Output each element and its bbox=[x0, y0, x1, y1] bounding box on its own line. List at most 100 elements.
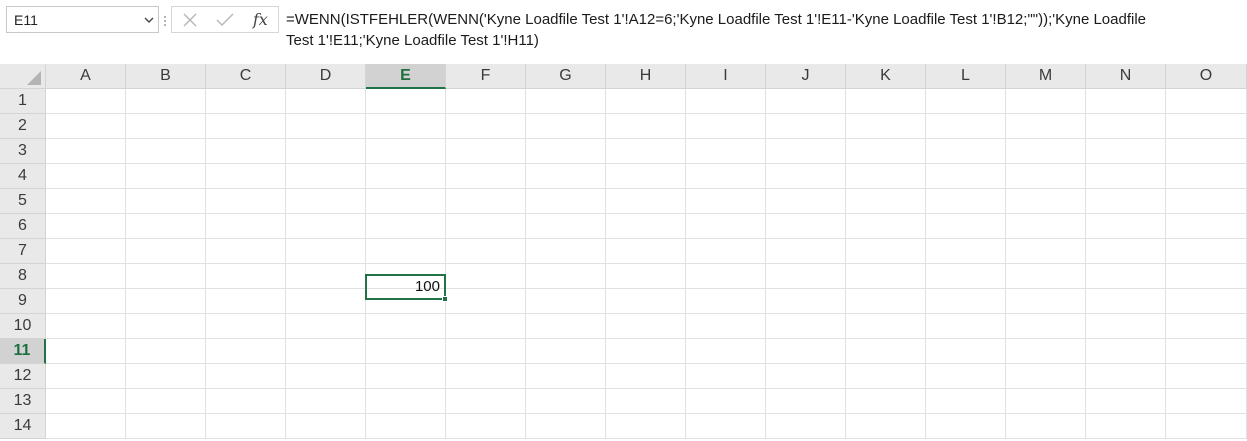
cell-o12[interactable] bbox=[1166, 364, 1247, 389]
cell-d11[interactable] bbox=[286, 339, 366, 364]
cell-c9[interactable] bbox=[206, 289, 286, 314]
cell-g12[interactable] bbox=[526, 364, 606, 389]
cell-i10[interactable] bbox=[686, 314, 766, 339]
row-header-11[interactable]: 11 bbox=[0, 339, 46, 364]
cell-h10[interactable] bbox=[606, 314, 686, 339]
cell-b11[interactable] bbox=[126, 339, 206, 364]
cell-e5[interactable] bbox=[366, 189, 446, 214]
cell-h4[interactable] bbox=[606, 164, 686, 189]
cell-g11[interactable] bbox=[526, 339, 606, 364]
select-all-button[interactable] bbox=[0, 64, 46, 89]
row-header-7[interactable]: 7 bbox=[0, 239, 46, 264]
cell-b3[interactable] bbox=[126, 139, 206, 164]
cell-o14[interactable] bbox=[1166, 414, 1247, 439]
cell-f9[interactable] bbox=[446, 289, 526, 314]
cell-f11[interactable] bbox=[446, 339, 526, 364]
cell-f6[interactable] bbox=[446, 214, 526, 239]
cell-k1[interactable] bbox=[846, 89, 926, 114]
cell-c13[interactable] bbox=[206, 389, 286, 414]
cell-e6[interactable] bbox=[366, 214, 446, 239]
cell-o7[interactable] bbox=[1166, 239, 1247, 264]
row-header-2[interactable]: 2 bbox=[0, 114, 46, 139]
cell-n6[interactable] bbox=[1086, 214, 1166, 239]
cell-d13[interactable] bbox=[286, 389, 366, 414]
cell-b5[interactable] bbox=[126, 189, 206, 214]
cell-b4[interactable] bbox=[126, 164, 206, 189]
cell-n2[interactable] bbox=[1086, 114, 1166, 139]
cell-o2[interactable] bbox=[1166, 114, 1247, 139]
cell-f3[interactable] bbox=[446, 139, 526, 164]
cell-n14[interactable] bbox=[1086, 414, 1166, 439]
cell-d12[interactable] bbox=[286, 364, 366, 389]
cell-d1[interactable] bbox=[286, 89, 366, 114]
cell-m9[interactable] bbox=[1006, 289, 1086, 314]
cell-h12[interactable] bbox=[606, 364, 686, 389]
cell-h14[interactable] bbox=[606, 414, 686, 439]
cell-k8[interactable] bbox=[846, 264, 926, 289]
cell-j9[interactable] bbox=[766, 289, 846, 314]
cell-g2[interactable] bbox=[526, 114, 606, 139]
cell-l4[interactable] bbox=[926, 164, 1006, 189]
cell-j12[interactable] bbox=[766, 364, 846, 389]
cell-o13[interactable] bbox=[1166, 389, 1247, 414]
cell-m10[interactable] bbox=[1006, 314, 1086, 339]
column-header-k[interactable]: K bbox=[846, 64, 926, 89]
cell-g7[interactable] bbox=[526, 239, 606, 264]
cell-c2[interactable] bbox=[206, 114, 286, 139]
column-header-m[interactable]: M bbox=[1006, 64, 1086, 89]
cell-k12[interactable] bbox=[846, 364, 926, 389]
cell-m8[interactable] bbox=[1006, 264, 1086, 289]
name-box[interactable]: E11 bbox=[6, 6, 159, 33]
cell-b9[interactable] bbox=[126, 289, 206, 314]
cell-g10[interactable] bbox=[526, 314, 606, 339]
cell-c5[interactable] bbox=[206, 189, 286, 214]
cell-i13[interactable] bbox=[686, 389, 766, 414]
cell-f8[interactable] bbox=[446, 264, 526, 289]
cell-o8[interactable] bbox=[1166, 264, 1247, 289]
cell-d5[interactable] bbox=[286, 189, 366, 214]
cell-i1[interactable] bbox=[686, 89, 766, 114]
cell-f12[interactable] bbox=[446, 364, 526, 389]
cell-m14[interactable] bbox=[1006, 414, 1086, 439]
active-cell[interactable]: 100 bbox=[365, 274, 446, 300]
cell-h3[interactable] bbox=[606, 139, 686, 164]
row-header-9[interactable]: 9 bbox=[0, 289, 46, 314]
cell-e3[interactable] bbox=[366, 139, 446, 164]
cell-l3[interactable] bbox=[926, 139, 1006, 164]
cell-b13[interactable] bbox=[126, 389, 206, 414]
cell-f7[interactable] bbox=[446, 239, 526, 264]
cell-g14[interactable] bbox=[526, 414, 606, 439]
row-header-8[interactable]: 8 bbox=[0, 264, 46, 289]
column-header-e[interactable]: E bbox=[366, 64, 446, 89]
formula-text-line-2[interactable]: Test 1'!E11;'Kyne Loadfile Test 1'!H11) bbox=[286, 30, 1241, 51]
cell-k7[interactable] bbox=[846, 239, 926, 264]
cell-c4[interactable] bbox=[206, 164, 286, 189]
cell-f4[interactable] bbox=[446, 164, 526, 189]
cell-e7[interactable] bbox=[366, 239, 446, 264]
cell-n10[interactable] bbox=[1086, 314, 1166, 339]
cell-j13[interactable] bbox=[766, 389, 846, 414]
cell-j14[interactable] bbox=[766, 414, 846, 439]
cell-d10[interactable] bbox=[286, 314, 366, 339]
cell-d14[interactable] bbox=[286, 414, 366, 439]
cell-k5[interactable] bbox=[846, 189, 926, 214]
column-header-a[interactable]: A bbox=[46, 64, 126, 89]
cell-a4[interactable] bbox=[46, 164, 126, 189]
checkmark-icon[interactable] bbox=[207, 7, 242, 32]
cell-g8[interactable] bbox=[526, 264, 606, 289]
cell-h1[interactable] bbox=[606, 89, 686, 114]
cell-l5[interactable] bbox=[926, 189, 1006, 214]
column-header-l[interactable]: L bbox=[926, 64, 1006, 89]
cell-j8[interactable] bbox=[766, 264, 846, 289]
cell-k13[interactable] bbox=[846, 389, 926, 414]
row-header-12[interactable]: 12 bbox=[0, 364, 46, 389]
cell-i9[interactable] bbox=[686, 289, 766, 314]
cell-k14[interactable] bbox=[846, 414, 926, 439]
cell-n7[interactable] bbox=[1086, 239, 1166, 264]
name-box-value[interactable]: E11 bbox=[7, 12, 140, 28]
cell-c7[interactable] bbox=[206, 239, 286, 264]
cell-e4[interactable] bbox=[366, 164, 446, 189]
cell-a1[interactable] bbox=[46, 89, 126, 114]
cell-m5[interactable] bbox=[1006, 189, 1086, 214]
cell-k10[interactable] bbox=[846, 314, 926, 339]
